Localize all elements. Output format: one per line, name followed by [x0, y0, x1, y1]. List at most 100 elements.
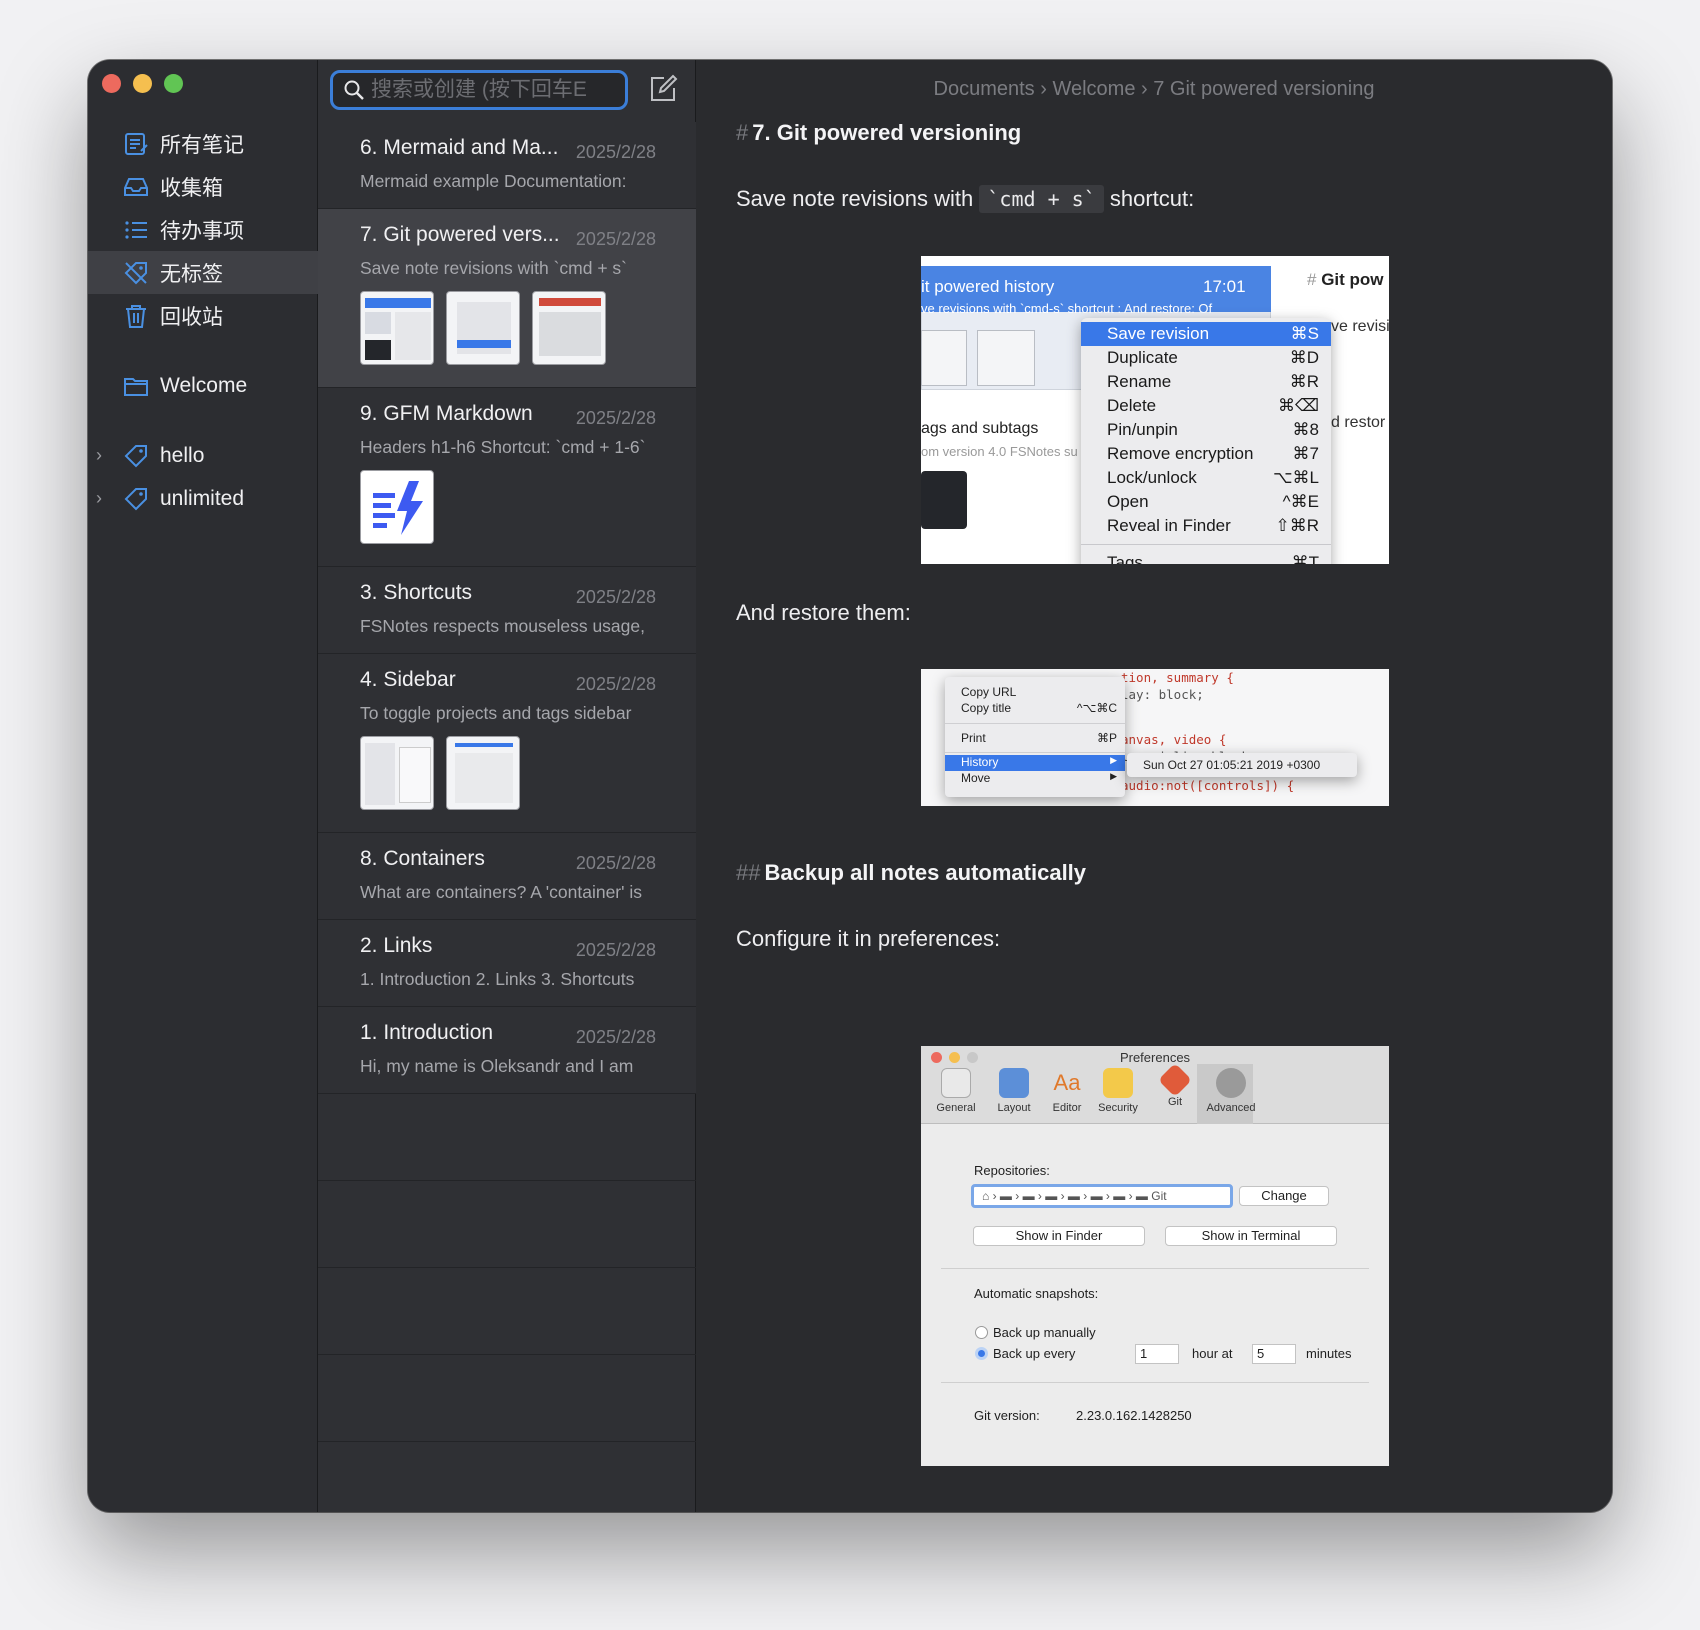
note-thumbnail	[532, 291, 606, 365]
show-in-finder-button: Show in Finder	[973, 1226, 1145, 1246]
sidebar-item-trash[interactable]: 回收站	[88, 294, 318, 337]
untagged-icon	[122, 259, 150, 287]
sidebar-item-inbox[interactable]: 收集箱	[88, 165, 318, 208]
image-text: 17:01	[1203, 277, 1246, 296]
note-list-item[interactable]: 3. Shortcuts 2025/2/28 FSNotes respects …	[318, 567, 696, 654]
minimize-window-button[interactable]	[133, 74, 152, 93]
close-window-button[interactable]	[102, 74, 121, 93]
note-preview: Mermaid example Documentation:	[360, 171, 627, 191]
heading-1: #7. Git powered versioning	[736, 120, 1021, 146]
code-line: audio:not([controls]) {	[1121, 778, 1295, 793]
editor-pane[interactable]: Documents › Welcome › 7 Git powered vers…	[696, 60, 1612, 1512]
prefs-tab-editor: Aa Editor	[1052, 1070, 1082, 1114]
menu-item-open: Open ^⌘E	[1107, 492, 1319, 511]
paragraph-restore: And restore them:	[736, 600, 911, 625]
embedded-image-preferences: Preferences General Layout Aa Editor Secu…	[921, 1046, 1389, 1466]
note-title: 2. Links	[360, 934, 433, 957]
heading-text: Backup all notes automatically	[764, 860, 1087, 885]
note-title: 7. Git powered vers...	[360, 223, 560, 246]
change-button: Change	[1239, 1186, 1329, 1206]
note-thumbnail	[360, 291, 434, 365]
note-preview: Headers h1-h6 Shortcut: `cmd + 1-6`	[360, 437, 646, 457]
menu-item-reveal: Reveal in Finder ⇧⌘R	[1107, 516, 1319, 535]
sidebar-item-untagged[interactable]: 无标签	[88, 251, 318, 294]
paragraph-configure: Configure it in preferences:	[736, 926, 1001, 951]
menu-item-history: History ▶	[945, 755, 1125, 771]
note-date: 2025/2/28	[575, 229, 656, 249]
note-title: 1. Introduction	[360, 1021, 494, 1044]
menu-item-pin: Pin/unpin ⌘8	[1107, 420, 1319, 439]
todo-list-icon	[122, 216, 150, 244]
sidebar-item-label: 无标签	[160, 262, 223, 286]
note-preview: Hi, my name is Oleksandr and I am	[360, 1056, 634, 1076]
menu-item-move: Move ▶	[961, 771, 1117, 785]
prefs-label: minutes	[1306, 1346, 1352, 1361]
note-preview: To toggle projects and tags sidebar	[360, 703, 632, 723]
folder-icon	[122, 372, 150, 400]
sidebar: 所有笔记 收集箱 待办事项 无标签 回收站 Welcome › hello › …	[88, 60, 318, 1512]
prefs-tab-security: Security	[1093, 1068, 1143, 1114]
prefs-label: Back up every	[993, 1346, 1076, 1361]
search-box[interactable]	[330, 70, 628, 110]
sidebar-tag-hello[interactable]: › hello	[88, 434, 318, 477]
sidebar-item-label: hello	[160, 443, 205, 467]
note-date: 2025/2/28	[575, 408, 656, 428]
sidebar-item-all-notes[interactable]: 所有笔记	[88, 122, 318, 165]
image-text: #	[1307, 270, 1317, 289]
context-menu: Save revision ⌘S Duplicate ⌘D Rename ⌘R Del…	[1081, 318, 1331, 564]
empty-row	[318, 1355, 696, 1442]
empty-row	[318, 1094, 696, 1181]
new-note-button[interactable]	[648, 74, 680, 106]
zoom-window-button[interactable]	[164, 74, 183, 93]
chevron-right-icon[interactable]: ›	[96, 445, 102, 466]
note-preview: What are containers? A 'container' is	[360, 882, 642, 902]
note-thumbnail	[446, 291, 520, 365]
heading-text: 7. Git powered versioning	[752, 120, 1022, 145]
search-input[interactable]	[371, 78, 611, 102]
note-title: 4. Sidebar	[360, 668, 456, 691]
heading-2: ## Backup all notes automatically	[736, 860, 1086, 886]
chevron-right-icon[interactable]: ›	[96, 488, 102, 509]
sidebar-project-welcome[interactable]: Welcome	[88, 364, 318, 407]
note-thumbnail	[446, 736, 520, 810]
note-list-item[interactable]: 1. Introduction 2025/2/28 Hi, my name is…	[318, 1007, 696, 1094]
git-version-value: 2.23.0.162.1428250	[1076, 1408, 1192, 1423]
note-title: 9. GFM Markdown	[360, 402, 533, 425]
trash-icon	[122, 302, 150, 330]
paragraph-save-revisions: Save note revisions with `cmd + s` short…	[736, 185, 1194, 213]
empty-row	[318, 1181, 696, 1268]
window-controls	[102, 74, 183, 93]
note-date: 2025/2/28	[575, 142, 656, 162]
note-preview: 1. Introduction 2. Links 3. Shortcuts	[360, 969, 635, 989]
image-text: ve revisi	[1331, 318, 1389, 335]
note-title: 6. Mermaid and Ma...	[360, 136, 559, 159]
search-icon	[343, 79, 365, 101]
sidebar-item-label: Welcome	[160, 373, 248, 397]
note-title: 3. Shortcuts	[360, 581, 473, 604]
note-title: 8. Containers	[360, 847, 485, 870]
menu-item-save-revision: Save revision ⌘S	[1081, 322, 1331, 346]
note-list-item[interactable]: 6. Mermaid and Ma... 2025/2/28 Mermaid e…	[318, 122, 696, 209]
sidebar-item-label: unlimited	[160, 486, 245, 510]
context-menu: Copy URL Copy title ^⌥⌘C Print ⌘P History ▶…	[945, 677, 1125, 797]
note-list-item-selected[interactable]: 7. Git powered vers... 2025/2/28 Save no…	[318, 209, 696, 388]
image-text: ve revisions with `cmd-s` shortcut : And…	[921, 301, 1213, 316]
prefs-label: Git version:	[974, 1408, 1040, 1423]
prefs-tab-layout: Layout	[989, 1068, 1039, 1114]
inbox-icon	[122, 173, 150, 201]
note-thumbnail	[360, 470, 434, 544]
note-list-item[interactable]: 4. Sidebar 2025/2/28 To toggle projects …	[318, 654, 696, 833]
sidebar-item-label: 收集箱	[160, 176, 223, 200]
embedded-image-save-revision-menu: it powered history 17:01 ve revisions wi…	[921, 256, 1389, 564]
menu-item-duplicate: Duplicate ⌘D	[1107, 348, 1319, 367]
sidebar-tag-unlimited[interactable]: › unlimited	[88, 477, 318, 520]
prefs-label: Automatic snapshots:	[974, 1286, 1099, 1301]
paragraph-text: Save note revisions with	[736, 186, 974, 211]
note-list-item[interactable]: 9. GFM Markdown 2025/2/28 Headers h1-h6 …	[318, 388, 696, 567]
note-list-item[interactable]: 2. Links 2025/2/28 1. Introduction 2. Li…	[318, 920, 696, 1007]
menu-item-copy-url: Copy URL	[961, 685, 1017, 699]
sidebar-item-todo[interactable]: 待办事项	[88, 208, 318, 251]
note-list-item[interactable]: 8. Containers 2025/2/28 What are contain…	[318, 833, 696, 920]
prefs-tab-advanced: Advanced	[1206, 1068, 1256, 1114]
markdown-logo-icon	[373, 481, 423, 535]
